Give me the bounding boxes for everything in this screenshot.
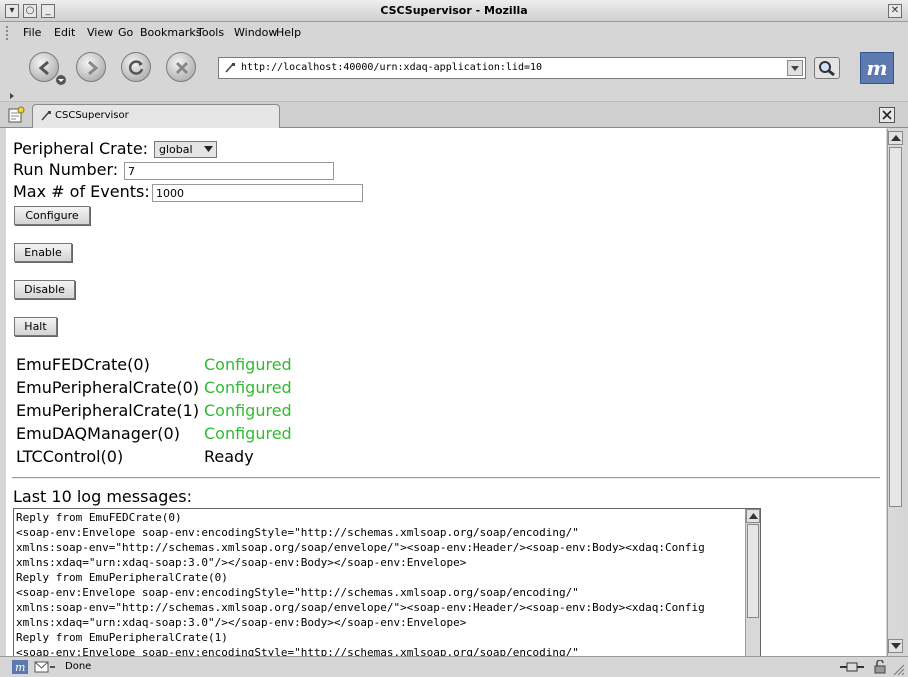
max-events-label: Max # of Events: <box>13 182 150 201</box>
menu-bar: File Edit View Go Bookmarks Tools Window… <box>0 22 908 44</box>
chevron-down-icon <box>791 66 799 71</box>
log-line: <soap-env:Envelope soap-env:encodingStyl… <box>16 646 579 656</box>
log-line: <soap-env:Envelope soap-env:encodingStyl… <box>16 586 579 599</box>
chevron-down-icon <box>891 643 901 649</box>
reload-button[interactable] <box>121 52 151 82</box>
state-row-name: EmuFEDCrate(0) <box>16 355 150 374</box>
expand-arrow-icon[interactable] <box>8 92 16 100</box>
lock-icon <box>874 660 886 674</box>
state-value: Configured <box>204 355 292 374</box>
menu-bookmarks[interactable]: Bookmarks <box>140 26 201 39</box>
search-button[interactable] <box>814 57 840 79</box>
log-line: xmlns:xdaq="urn:xdaq-soap:3.0"/></soap-e… <box>16 616 467 629</box>
state-row-name: EmuDAQManager(0) <box>16 424 180 443</box>
reload-icon <box>128 60 144 75</box>
window-titlebar: ▾ ○ _ CSCSupervisor - Mozilla ✕ <box>0 0 908 22</box>
max-events-input[interactable] <box>152 184 363 202</box>
mozilla-m-icon[interactable]: m <box>860 52 894 84</box>
navigation-toolbar: http://localhost:40000/urn:xdaq-applicat… <box>0 44 908 90</box>
back-arrow-icon <box>38 60 49 76</box>
state-value: Ready <box>204 447 254 466</box>
log-scrollbar[interactable] <box>745 509 760 656</box>
log-line: xmlns:soap-env="http://schemas.xmlsoap.o… <box>16 601 705 614</box>
menu-window[interactable]: Window <box>234 26 277 39</box>
state-value: Configured <box>204 401 292 420</box>
page-scroll-thumb[interactable] <box>889 147 902 507</box>
log-line: xmlns:soap-env="http://schemas.xmlsoap.o… <box>16 541 705 554</box>
forward-button[interactable] <box>76 52 106 82</box>
state-row-name: EmuPeripheralCrate(0) <box>16 378 200 397</box>
scroll-up-arrow[interactable] <box>746 509 760 523</box>
page-scrollbar[interactable] <box>887 129 903 656</box>
resize-grip-icon[interactable] <box>891 662 905 676</box>
stop-button[interactable] <box>166 52 196 82</box>
enable-button[interactable]: Enable <box>14 243 72 262</box>
tab-title: CSCSupervisor <box>55 110 129 121</box>
mozilla-m-icon[interactable]: m <box>12 660 28 674</box>
tab-bar: CSCSupervisor <box>0 102 908 128</box>
page-scroll-down-arrow[interactable] <box>888 639 903 653</box>
scroll-thumb[interactable] <box>747 524 759 618</box>
chevron-down-icon <box>204 146 213 152</box>
close-icon <box>882 110 892 120</box>
menu-edit[interactable]: Edit <box>54 26 75 39</box>
url-bar[interactable]: http://localhost:40000/urn:xdaq-applicat… <box>218 57 806 79</box>
log-line: xmlns:xdaq="urn:xdaq-soap:3.0"/></soap-e… <box>16 556 467 569</box>
log-line: <soap-env:Envelope soap-env:encodingStyl… <box>16 526 579 539</box>
divider <box>12 477 880 479</box>
menu-file[interactable]: File <box>23 26 41 39</box>
online-status-icon[interactable] <box>838 660 866 674</box>
state-value: Configured <box>204 424 292 443</box>
status-bar: m Done <box>0 656 908 677</box>
log-heading: Last 10 log messages: <box>13 487 192 506</box>
peripheral-crate-label: Peripheral Crate: <box>13 139 149 158</box>
log-lines: Reply from EmuFEDCrate(0) <soap-env:Envel… <box>16 510 746 656</box>
menu-help[interactable]: Help <box>276 26 301 39</box>
peripheral-crate-select[interactable]: global <box>154 141 217 158</box>
page-content: Peripheral Crate: global Run Number: Max… <box>6 128 886 656</box>
peripheral-crate-selected: global <box>159 143 193 156</box>
window-close-icon[interactable]: ✕ <box>888 4 902 18</box>
state-row-name: LTCControl(0) <box>16 447 124 466</box>
run-number-label: Run Number: <box>13 160 119 179</box>
stop-icon <box>175 61 189 75</box>
log-line: Reply from EmuPeripheralCrate(0) <box>16 571 228 584</box>
halt-button[interactable]: Halt <box>14 317 57 336</box>
menu-view[interactable]: View <box>87 26 113 39</box>
log-textarea[interactable]: Reply from EmuFEDCrate(0) <soap-env:Envel… <box>13 508 761 656</box>
magnifier-icon <box>819 61 835 77</box>
forward-arrow-icon <box>88 60 99 76</box>
chevron-up-icon <box>749 513 758 519</box>
close-tab-button[interactable] <box>879 107 895 123</box>
configure-button[interactable]: Configure <box>14 206 90 225</box>
log-line: Reply from EmuFEDCrate(0) <box>16 511 182 524</box>
status-text: Done <box>65 661 92 672</box>
log-line: Reply from EmuPeripheralCrate(1) <box>16 631 228 644</box>
page-proxy-icon[interactable] <box>223 61 237 75</box>
back-history-dropdown-icon[interactable] <box>55 75 67 85</box>
menubar-grip-icon[interactable] <box>6 26 12 40</box>
tab-cscsupervisor[interactable]: CSCSupervisor <box>32 104 280 128</box>
svg-text:m: m <box>15 661 25 674</box>
mail-icon[interactable] <box>34 660 56 674</box>
menu-tools[interactable]: Tools <box>197 26 224 39</box>
url-text[interactable]: http://localhost:40000/urn:xdaq-applicat… <box>241 62 542 73</box>
toolbar-collapse-strip <box>0 90 908 102</box>
window-title: CSCSupervisor - Mozilla <box>380 4 528 17</box>
url-history-dropdown[interactable] <box>787 60 803 76</box>
run-number-input[interactable] <box>124 162 334 180</box>
page-icon <box>41 111 51 121</box>
chevron-up-icon <box>891 135 901 141</box>
state-value: Configured <box>204 378 292 397</box>
new-tab-icon[interactable] <box>6 105 26 125</box>
state-row-name: EmuPeripheralCrate(1) <box>16 401 200 420</box>
disable-button[interactable]: Disable <box>14 280 75 299</box>
page-scroll-up-arrow[interactable] <box>888 131 903 145</box>
menu-go[interactable]: Go <box>118 26 133 39</box>
